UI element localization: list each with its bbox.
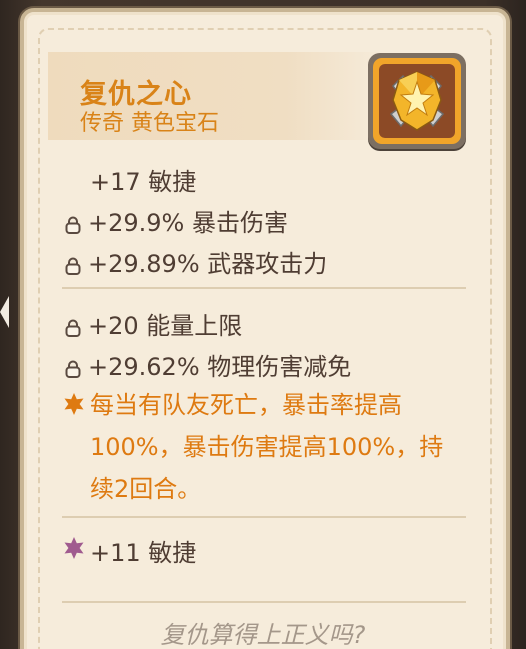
golden-star-shield-gem-icon xyxy=(389,71,445,131)
stat-physical-damage-reduction: +29.62% 物理伤害减免 xyxy=(88,353,352,381)
stat-crit-damage: +29.9% 暴击伤害 xyxy=(88,209,288,237)
divider xyxy=(62,601,466,603)
stat-agility-base: +17 敏捷 xyxy=(90,168,197,196)
stat-socket-agility: +11 敏捷 xyxy=(90,539,197,567)
divider xyxy=(62,287,466,289)
stat-line: +29.89% 武器攻击力 xyxy=(65,244,327,279)
lock-icon xyxy=(65,253,81,275)
flavor-text: 复仇算得上正义吗? xyxy=(160,621,366,649)
tooltip-stage: 复仇之心 传奇 黄色宝石 +17 敏捷 +29.9% 暴击伤害 +29.89% … xyxy=(0,0,526,649)
stat-line: +29.9% 暴击伤害 xyxy=(65,203,288,238)
divider xyxy=(62,516,466,518)
previous-arrow-icon[interactable] xyxy=(0,296,9,328)
item-rarity-type: 传奇 黄色宝石 xyxy=(80,111,219,136)
lock-icon xyxy=(65,315,81,337)
lock-icon xyxy=(65,212,81,234)
stat-energy-cap: +20 能量上限 xyxy=(88,312,243,340)
special-effect-text: 每当有队友死亡，暴击率提高100%，暴击伤害提高100%，持续2回合。 xyxy=(90,391,444,503)
item-icon-frame[interactable] xyxy=(368,53,466,149)
lock-icon xyxy=(65,356,81,378)
stat-line: +20 能量上限 xyxy=(65,306,242,341)
stat-line: +29.62% 物理伤害减免 xyxy=(65,347,351,382)
stat-weapon-attack: +29.89% 武器攻击力 xyxy=(88,250,328,278)
socket-star-icon xyxy=(64,537,84,559)
star-effect-icon xyxy=(64,393,84,415)
